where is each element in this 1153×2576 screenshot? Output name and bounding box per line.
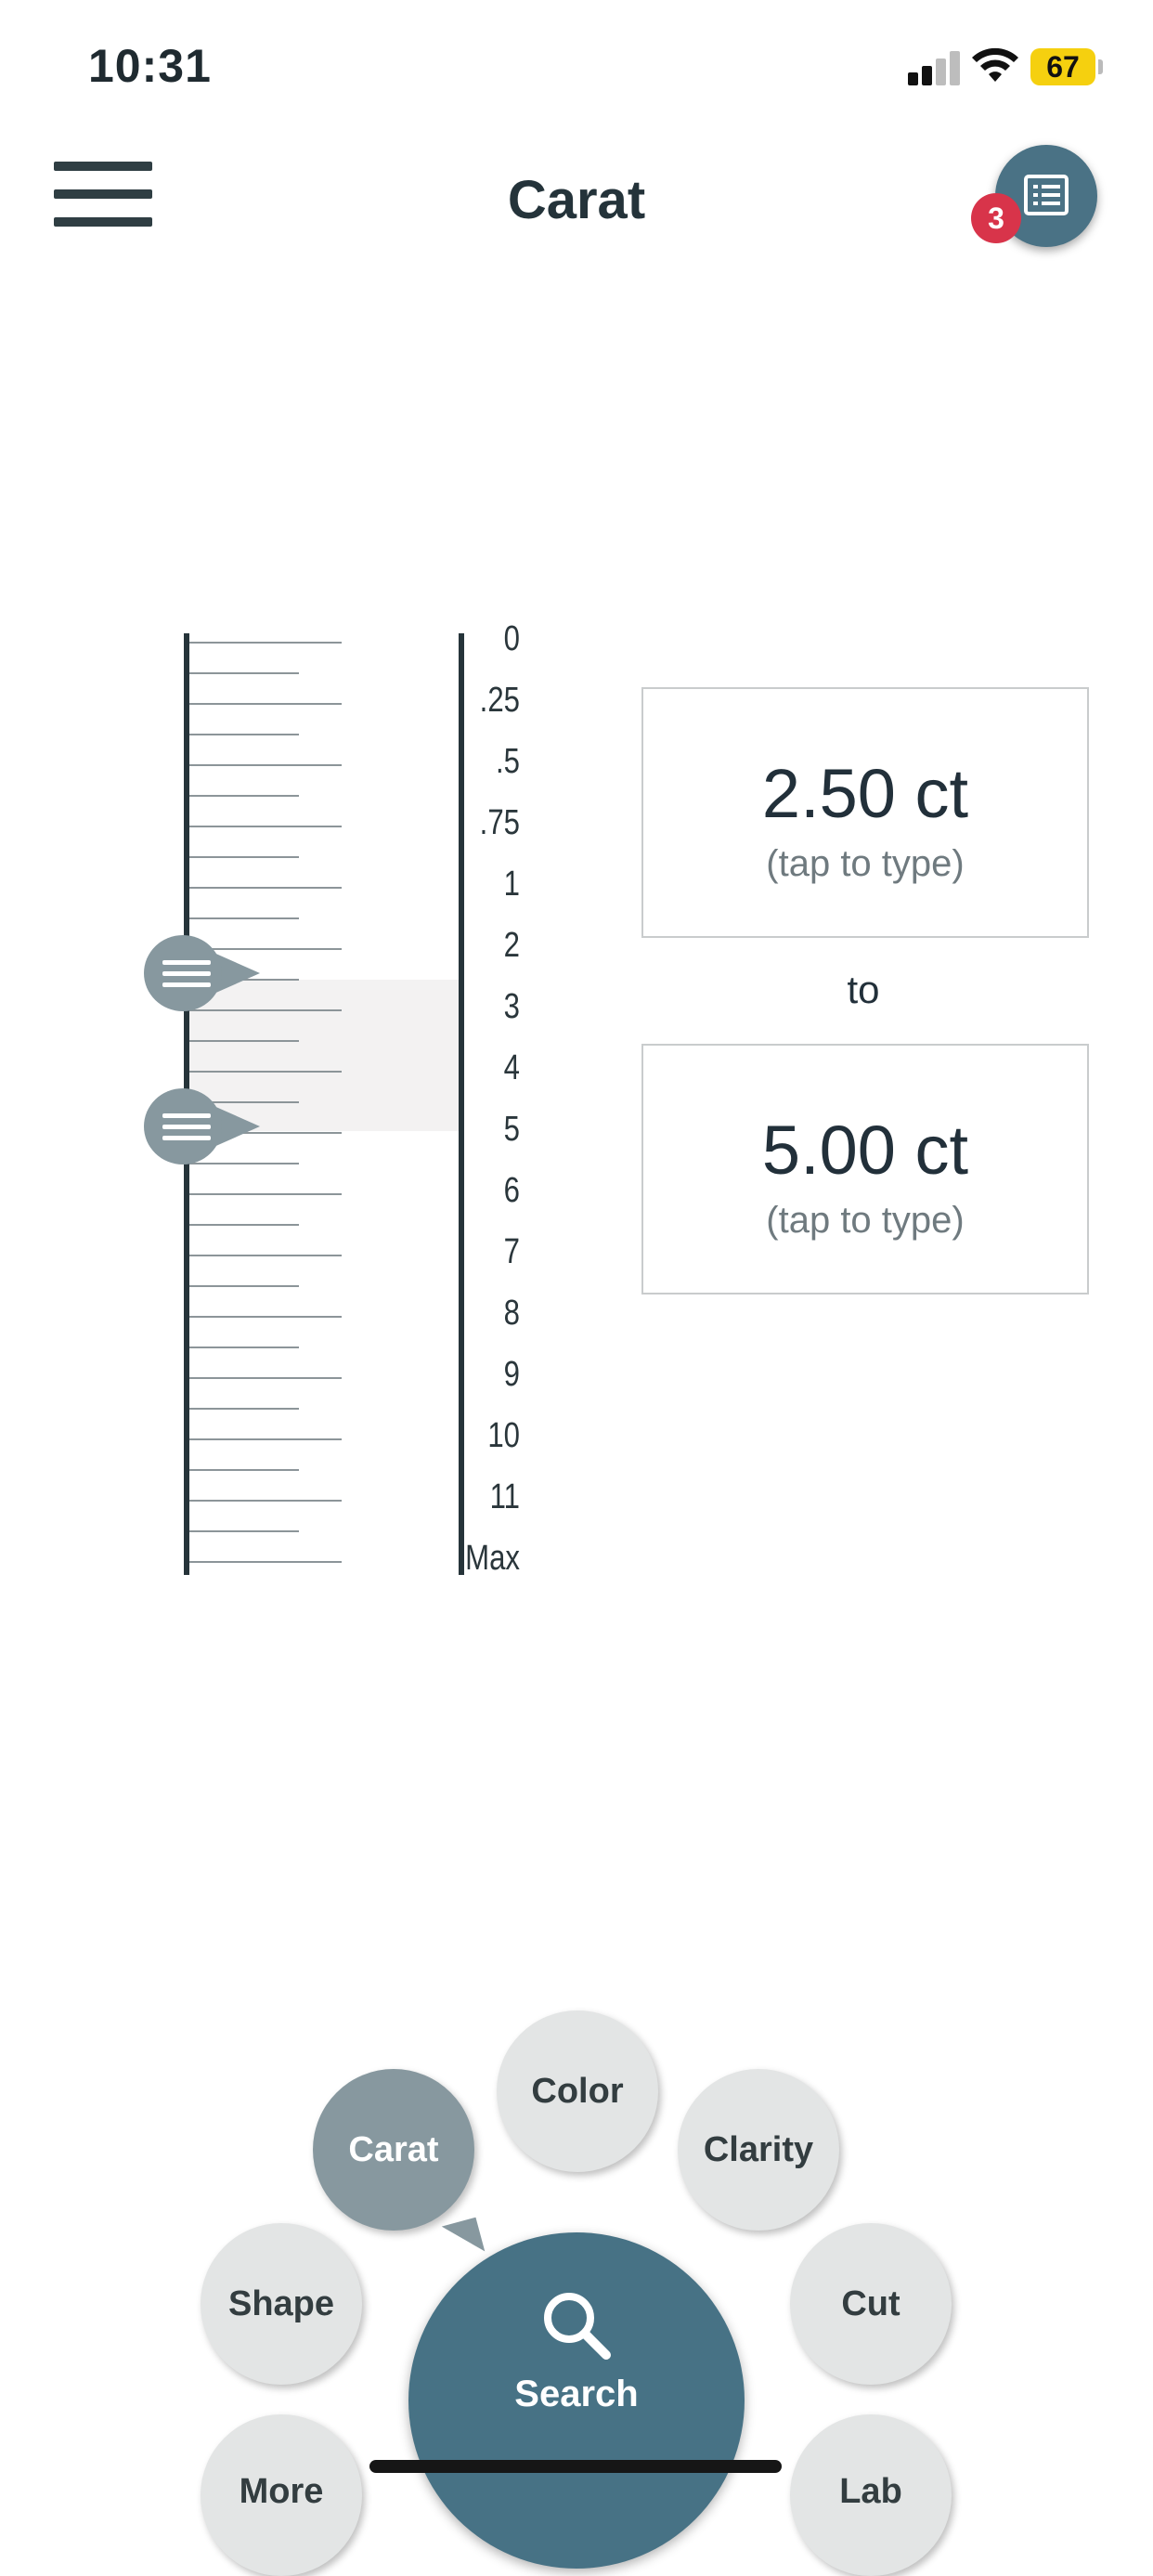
nav-lab-button[interactable]: Lab	[790, 2414, 952, 2576]
battery-indicator: 67	[1030, 48, 1095, 85]
ruler-tick-label: 5	[503, 1110, 520, 1149]
active-nav-pointer-icon	[441, 2217, 486, 2261]
ruler-minor-tick	[189, 856, 299, 858]
nav-carat-button[interactable]: Carat	[313, 2069, 474, 2231]
ruler-major-tick	[189, 1561, 342, 1563]
ruler-tick-label: 7	[503, 1232, 520, 1271]
ruler-minor-tick	[189, 1469, 299, 1471]
battery-tip-icon	[1098, 59, 1103, 74]
cellular-signal-icon	[908, 48, 962, 85]
ruler-tick-label: 6	[503, 1171, 520, 1210]
ruler-minor-tick	[189, 1408, 299, 1410]
ruler-minor-tick	[189, 734, 299, 735]
notification-badge: 3	[971, 193, 1021, 243]
search-label: Search	[514, 2374, 639, 2414]
min-carat-input[interactable]: 2.50 ct (tap to type)	[641, 687, 1089, 938]
min-carat-handle[interactable]	[139, 935, 260, 1011]
ruler-major-tick	[189, 1500, 342, 1502]
max-carat-hint: (tap to type)	[766, 1200, 965, 1241]
ruler-tick-label: .5	[496, 742, 520, 781]
ruler-major-tick	[189, 887, 342, 889]
ruler-tick-label: .25	[479, 681, 520, 720]
nav-color-button[interactable]: Color	[497, 2010, 658, 2172]
ruler-tick-label: 3	[503, 987, 520, 1026]
ruler-tick-label: 0	[503, 619, 520, 658]
wifi-icon	[970, 46, 1020, 85]
ruler-minor-tick	[189, 1040, 299, 1042]
min-carat-hint: (tap to type)	[766, 843, 965, 884]
ruler-minor-tick	[189, 672, 299, 674]
ruler-major-tick	[189, 1438, 342, 1440]
max-carat-input[interactable]: 5.00 ct (tap to type)	[641, 1044, 1089, 1295]
ruler-major-tick	[189, 703, 342, 705]
ruler-tick-label: 11	[489, 1477, 520, 1516]
ruler-major-tick	[189, 1255, 342, 1256]
ruler-tick-label: .75	[479, 803, 520, 842]
carat-ruler-slider[interactable]: 0 .25 .5 .75 1 2 3 4 5 6 7 8 9 10 11 Max	[139, 613, 520, 1588]
max-carat-handle[interactable]	[139, 1088, 260, 1164]
min-carat-value: 2.50 ct	[761, 755, 969, 832]
nav-cut-button[interactable]: Cut	[790, 2223, 952, 2385]
ruler-tick-label: 4	[503, 1048, 520, 1087]
max-carat-value: 5.00 ct	[761, 1112, 969, 1189]
nav-clarity-button[interactable]: Clarity	[678, 2069, 839, 2231]
ruler-minor-tick	[189, 917, 299, 919]
ruler-major-tick	[189, 1377, 342, 1379]
ruler-minor-tick	[189, 1347, 299, 1348]
ruler-tick-label: 2	[503, 926, 520, 965]
ruler-major-tick	[189, 764, 342, 766]
ruler-tick-label: 9	[503, 1355, 520, 1394]
ruler-tick-label: 8	[503, 1294, 520, 1333]
home-indicator	[369, 2460, 782, 2473]
list-icon	[1024, 175, 1069, 215]
status-time: 10:31	[88, 40, 212, 92]
nav-more-button[interactable]: More	[201, 2414, 362, 2576]
ruler-major-tick	[189, 826, 342, 827]
ruler-major-tick	[189, 642, 342, 644]
ruler-tick-label: Max	[465, 1539, 520, 1578]
nav-shape-button[interactable]: Shape	[201, 2223, 362, 2385]
ruler-tick-label: 10	[487, 1416, 520, 1455]
ruler-minor-tick	[189, 1285, 299, 1287]
ruler-tick-label: 1	[503, 865, 520, 904]
ruler-minor-tick	[189, 1224, 299, 1226]
ruler-minor-tick	[189, 795, 299, 797]
ruler-major-tick	[189, 1193, 342, 1195]
ruler-minor-tick	[189, 1530, 299, 1532]
ruler-major-tick	[189, 1071, 342, 1073]
ruler-major-tick	[189, 1316, 342, 1318]
range-separator: to	[847, 968, 880, 1011]
search-icon	[544, 2293, 611, 2360]
status-bar: 10:31 67	[0, 0, 1153, 139]
search-button[interactable]: Search	[408, 2232, 745, 2569]
